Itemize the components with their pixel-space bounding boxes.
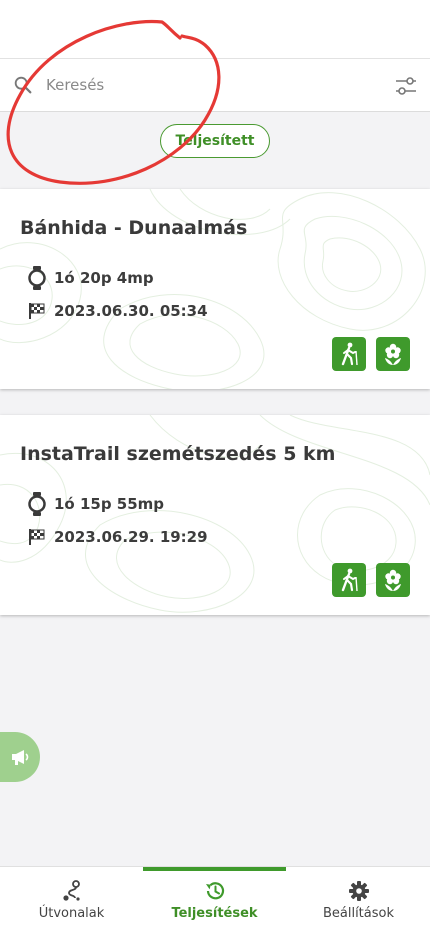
route-finish-time: 2023.06.30. 05:34 [54, 302, 208, 320]
flower-icon [385, 569, 401, 591]
completed-filter-chip[interactable]: Teljesített [160, 124, 270, 158]
search-input[interactable] [46, 69, 376, 101]
filter-sliders-icon[interactable] [392, 72, 420, 100]
duration-row: 1ó 20p 4mp [26, 265, 154, 291]
search-bar [0, 58, 430, 112]
route-card[interactable]: Bánhida - Dunaalmás 1ó 20p 4mp 2023.06.3… [0, 189, 430, 389]
search-icon [14, 76, 32, 94]
top-bar [0, 0, 430, 58]
bottom-navigation: Útvonalak Teljesítések Beállítások [0, 866, 430, 932]
finish-time-row: 2023.06.30. 05:34 [26, 298, 208, 324]
route-duration: 1ó 20p 4mp [54, 269, 154, 287]
hiking-badge [332, 563, 366, 597]
route-title: Bánhida - Dunaalmás [20, 217, 248, 239]
route-title: InstaTrail szemétszedés 5 km [20, 443, 336, 465]
hiker-icon [341, 342, 358, 366]
nav-item-achievements[interactable]: Teljesítések [143, 867, 286, 932]
route-card[interactable]: InstaTrail szemétszedés 5 km 1ó 15p 55mp [0, 415, 430, 615]
route-finish-time: 2023.06.29. 19:29 [54, 528, 208, 546]
megaphone-icon [12, 750, 29, 765]
hiker-icon [341, 568, 358, 592]
nav-label-settings: Beállítások [322, 906, 395, 921]
nav-item-routes[interactable]: Útvonalak [0, 867, 143, 932]
active-tab-indicator [143, 867, 286, 871]
stopwatch-icon [26, 492, 48, 516]
route-path-icon [60, 879, 84, 903]
stopwatch-icon [26, 266, 48, 290]
gear-icon [347, 879, 371, 903]
route-duration: 1ó 15p 55mp [54, 495, 165, 513]
finish-time-row: 2023.06.29. 19:29 [26, 524, 208, 550]
duration-row: 1ó 15p 55mp [26, 491, 164, 517]
nav-label-achievements: Teljesítések [171, 906, 258, 921]
history-icon [203, 879, 227, 903]
flower-icon [385, 343, 401, 365]
nature-badge [376, 563, 410, 597]
nature-badge [376, 337, 410, 371]
filter-chip-row: Teljesített [0, 112, 430, 188]
checkered-flag-icon [26, 299, 48, 323]
checkered-flag-icon [26, 525, 48, 549]
hiking-badge [332, 337, 366, 371]
nav-label-routes: Útvonalak [38, 906, 105, 921]
announcement-button[interactable] [0, 732, 40, 782]
nav-item-settings[interactable]: Beállítások [287, 867, 430, 932]
